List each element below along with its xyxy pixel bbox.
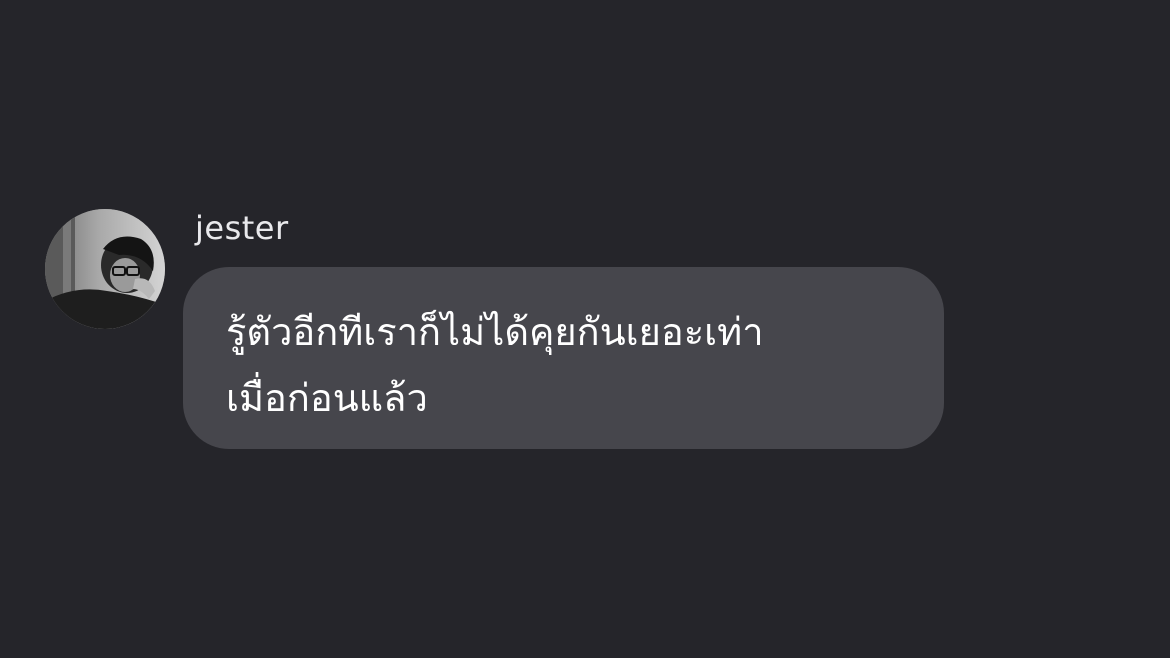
message-bubble[interactable]: รู้ตัวอีกทีเราก็ไม่ได้คุยกันเยอะเท่า เมื… xyxy=(183,267,944,449)
profile-photo-icon xyxy=(45,209,165,329)
sender-name: jester xyxy=(195,209,289,247)
message-text: รู้ตัวอีกทีเราก็ไม่ได้คุยกันเยอะเท่า เมื… xyxy=(226,310,764,420)
avatar[interactable] xyxy=(45,209,165,329)
chat-area: jester รู้ตัวอีกทีเราก็ไม่ได้คุยกันเยอะเ… xyxy=(0,0,1170,658)
